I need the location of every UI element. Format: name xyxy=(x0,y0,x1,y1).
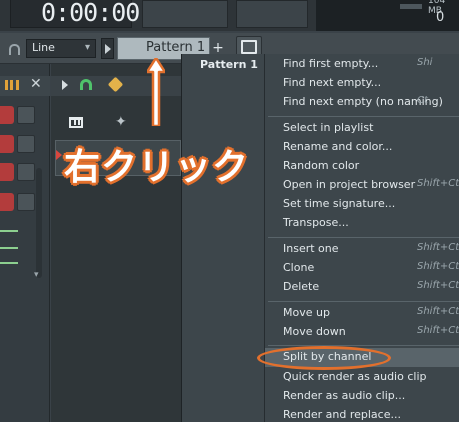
menu-item-delete[interactable]: Delete Shift+Ctr xyxy=(265,278,459,297)
channel-slot-3[interactable] xyxy=(17,163,35,181)
play-icon xyxy=(105,44,111,54)
level-line xyxy=(0,247,18,249)
menu-title-column xyxy=(181,54,265,422)
menu-item-insert-one[interactable]: Insert one Shift+Ctr xyxy=(265,240,459,259)
menu-separator xyxy=(268,116,459,117)
menu-item-random-color[interactable]: Random color xyxy=(265,157,459,176)
menu-item-select-in-playlist[interactable]: Select in playlist xyxy=(265,119,459,138)
piano-icon[interactable] xyxy=(69,117,83,128)
up-arrow-icon xyxy=(147,58,165,126)
menu-item-move-down[interactable]: Move downShift+Ctrl+L xyxy=(265,323,459,342)
menu-item-render-as-audio-clip[interactable]: Render as audio clip... xyxy=(265,387,459,406)
polyphony-readout: 0 xyxy=(436,10,445,25)
channel-mute-4[interactable] xyxy=(0,193,14,211)
menu-item-transpose[interactable]: Transpose... xyxy=(265,214,459,233)
channel-slot-2[interactable] xyxy=(17,135,35,153)
menu-item-move-up[interactable]: Move upShift+Ctrl+ xyxy=(265,304,459,323)
transport-panel-2[interactable] xyxy=(236,0,308,28)
playlist-icon xyxy=(241,40,257,54)
highlight-oval xyxy=(257,346,391,370)
channel-marker-icon xyxy=(56,150,62,160)
channel-mute-3[interactable] xyxy=(0,163,14,181)
menu-item-rename-and-color[interactable]: Rename and color... xyxy=(265,138,459,157)
time-readout: 0:00:00 xyxy=(41,0,140,27)
menu-item-find-next-empty-no-naming[interactable]: Find next empty (no naming) Ct xyxy=(265,93,459,112)
menu-item-open-in-project-browser[interactable]: Open in project browser Shift+Ct xyxy=(265,176,459,195)
channel-mute-2[interactable] xyxy=(0,135,14,153)
wave-icon[interactable]: ✦ xyxy=(115,114,127,130)
scroll-down-icon[interactable]: ▾ xyxy=(34,270,39,280)
mixer-scrollbar[interactable] xyxy=(36,168,42,278)
time-display[interactable]: 0:00:00 xyxy=(10,0,140,28)
menu-item-clone[interactable]: Clone Shift+Ct xyxy=(265,259,459,278)
transport-bar: 0:00:00 xyxy=(0,0,459,31)
magnet-icon[interactable] xyxy=(9,44,20,55)
bars-icon[interactable] xyxy=(5,80,19,90)
pattern-play-button[interactable] xyxy=(101,38,114,59)
channel-slot-1[interactable] xyxy=(17,106,35,124)
menu-item-find-first-empty[interactable]: Find first empty... Shi xyxy=(265,55,459,74)
close-icon[interactable]: ✕ xyxy=(30,76,42,92)
magnet-icon[interactable] xyxy=(80,79,92,90)
transport-panel[interactable] xyxy=(142,0,228,28)
menu-separator xyxy=(268,237,459,238)
menu-separator xyxy=(268,301,459,302)
snap-select-label: Line xyxy=(32,41,55,54)
level-line xyxy=(0,230,18,232)
cpu-meter-bar xyxy=(400,4,422,9)
right-click-annotation: 右クリック xyxy=(64,147,250,188)
level-line xyxy=(0,262,18,264)
channel-mute-1[interactable] xyxy=(0,106,14,124)
menu-item-find-next-empty[interactable]: Find next empty... xyxy=(265,74,459,93)
play-icon[interactable] xyxy=(62,80,68,90)
channel-slot-4[interactable] xyxy=(17,193,35,211)
menu-item-render-and-replace[interactable]: Render and replace... xyxy=(265,406,459,422)
menu-title: Pattern 1 xyxy=(200,58,258,71)
snap-select[interactable]: Line ▾ xyxy=(26,39,96,58)
menu-item-set-time-signature[interactable]: Set time signature... xyxy=(265,195,459,214)
menu-separator xyxy=(268,345,459,346)
menu-item-quick-render-as-audio-clip[interactable]: Quick render as audio clip xyxy=(265,368,459,387)
chevron-down-icon: ▾ xyxy=(84,42,90,53)
